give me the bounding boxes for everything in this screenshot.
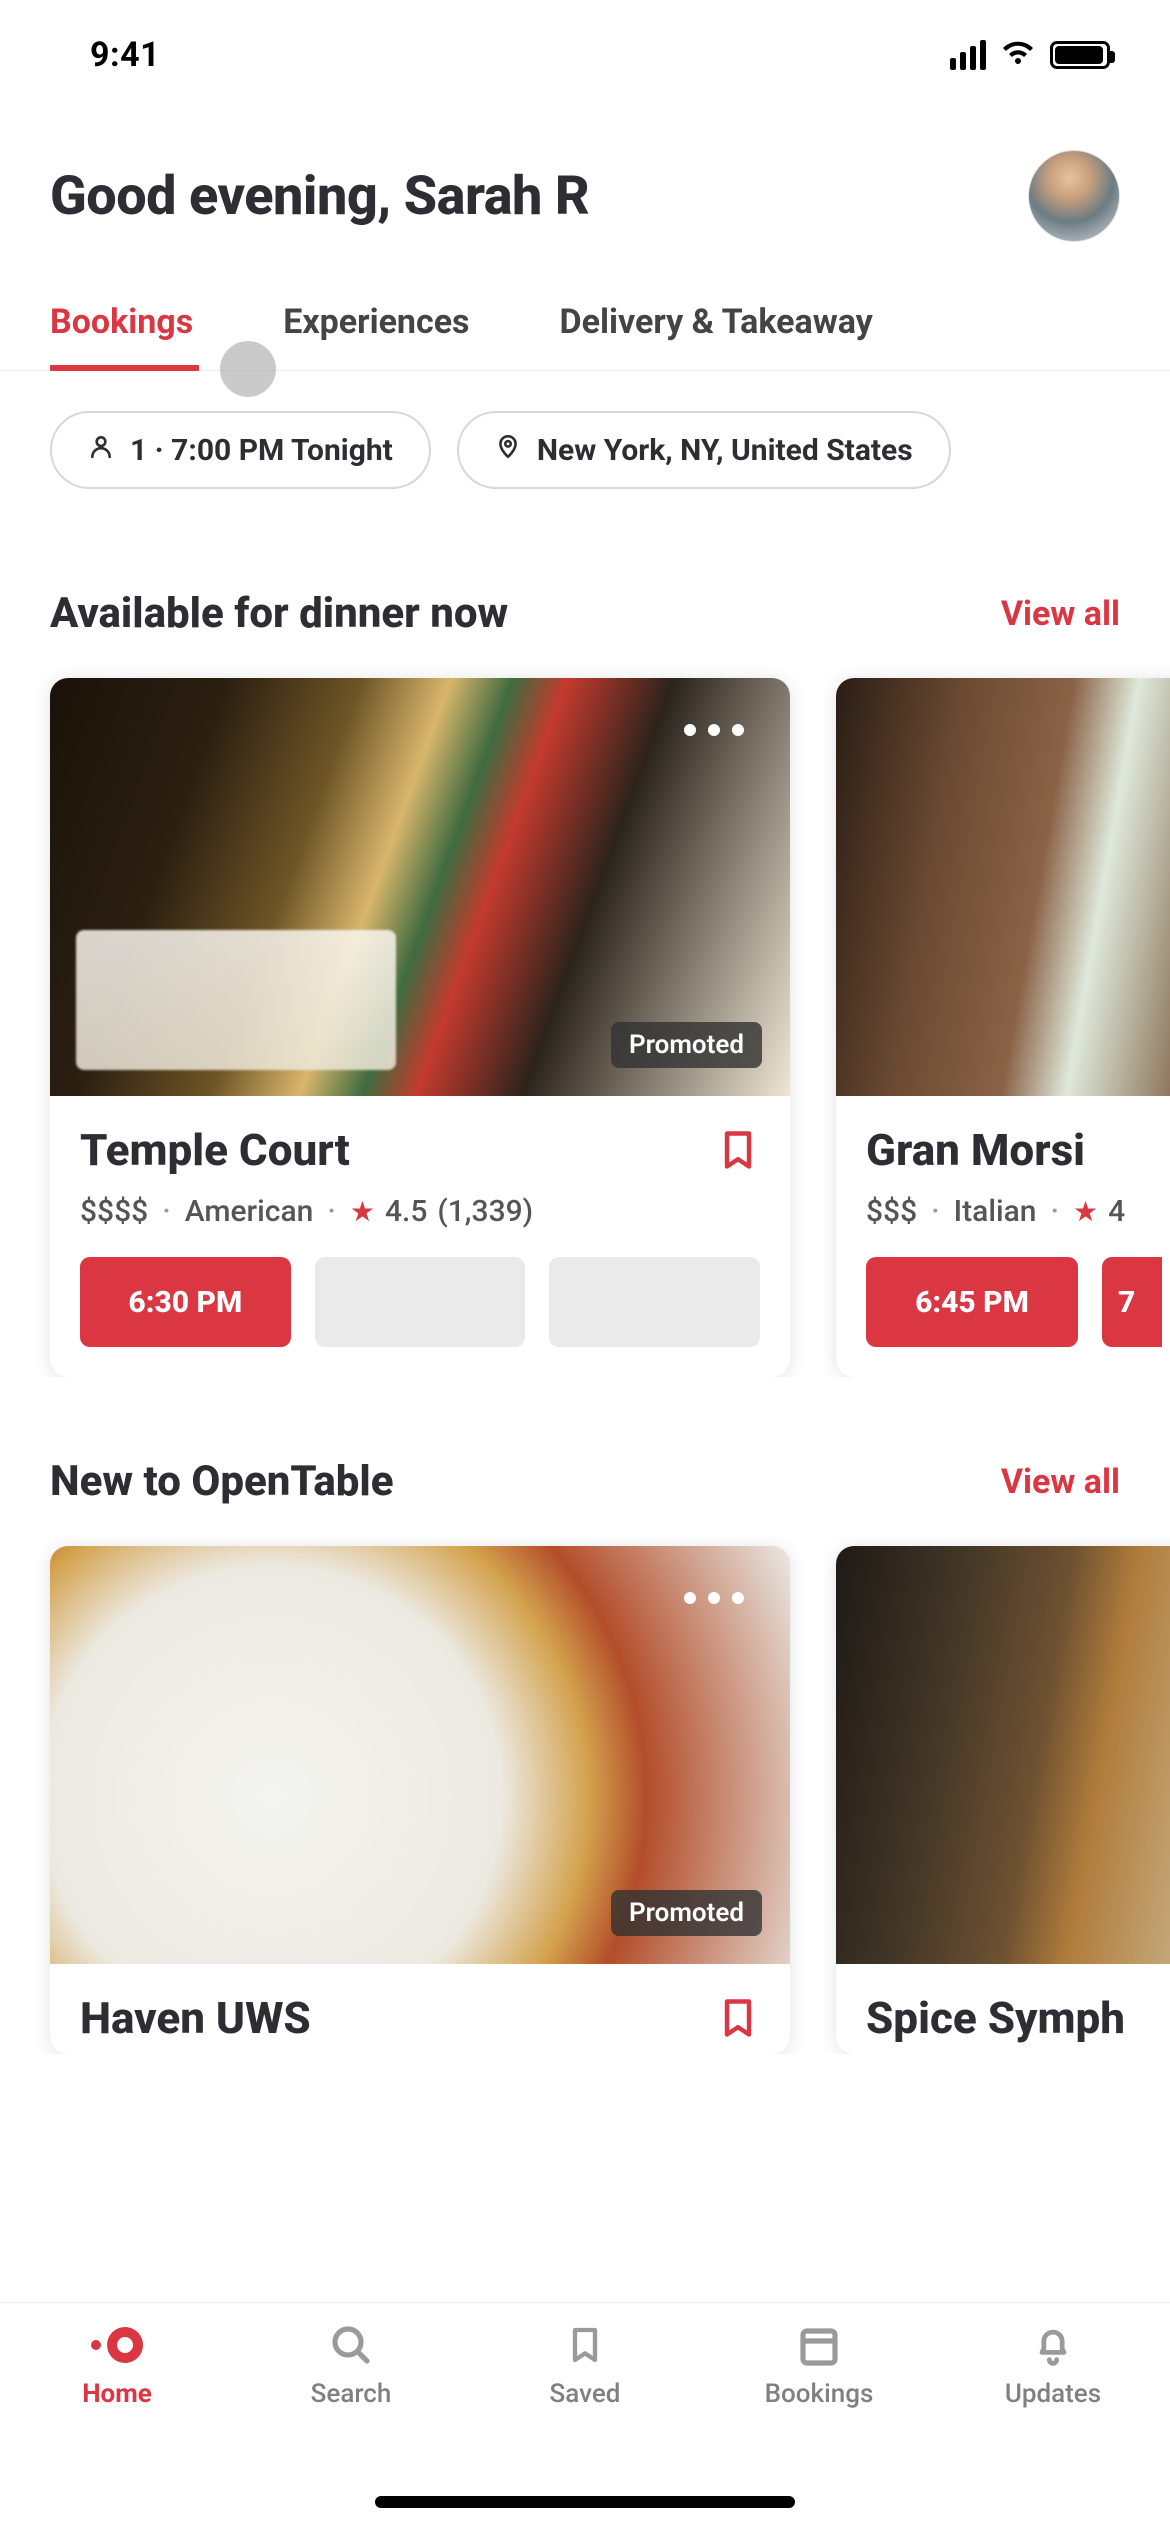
more-icon[interactable] xyxy=(684,1592,744,1604)
status-icons xyxy=(950,40,1110,70)
calendar-icon xyxy=(789,2321,849,2369)
section-title: Available for dinner now xyxy=(50,589,508,638)
bookmark-icon xyxy=(555,2321,615,2369)
pin-icon xyxy=(495,431,521,469)
price-label: $$$$ xyxy=(80,1194,148,1229)
time-slot-disabled xyxy=(549,1257,760,1347)
cuisine-label: American xyxy=(185,1194,314,1229)
restaurant-carousel[interactable]: Promoted Haven UWS Spice Symph xyxy=(0,1506,1170,2054)
touch-indicator xyxy=(220,341,276,397)
section-new-to-opentable: New to OpenTable View all Promoted Haven… xyxy=(0,1377,1170,2054)
restaurant-meta: $$$ · Italian · ★ 4 xyxy=(866,1176,1166,1229)
cuisine-label: Italian xyxy=(954,1194,1037,1229)
time-slot-button[interactable]: 6:45 PM xyxy=(866,1257,1078,1347)
time-slot-disabled xyxy=(315,1257,526,1347)
tabbar-search[interactable]: Search xyxy=(251,2321,451,2409)
restaurant-image xyxy=(836,1546,1170,1964)
greeting-text: Good evening, Sarah R xyxy=(50,165,589,228)
tabbar-label: Updates xyxy=(1005,2379,1101,2409)
tabbar-label: Home xyxy=(82,2379,152,2409)
restaurant-name: Gran Morsi xyxy=(866,1124,1085,1176)
status-time: 9:41 xyxy=(90,35,160,75)
wifi-icon xyxy=(1000,40,1036,70)
tabbar-label: Bookings xyxy=(765,2379,874,2409)
price-label: $$$ xyxy=(866,1194,917,1229)
tab-bookings[interactable]: Bookings xyxy=(50,302,193,370)
location-label: New York, NY, United States xyxy=(537,433,913,468)
tabbar-updates[interactable]: Updates xyxy=(953,2321,1153,2409)
restaurant-card[interactable]: Spice Symph xyxy=(836,1546,1170,2054)
status-bar: 9:41 xyxy=(0,0,1170,110)
star-icon: ★ xyxy=(1073,1195,1098,1228)
tabbar-home[interactable]: Home xyxy=(17,2321,217,2409)
battery-icon xyxy=(1050,41,1110,69)
more-icon[interactable] xyxy=(684,724,744,736)
restaurant-image: Promoted xyxy=(50,1546,790,1964)
restaurant-card[interactable]: Gran Morsi $$$ · Italian · ★ 4 6:45 PM 7 xyxy=(836,678,1170,1377)
time-slots: 6:30 PM xyxy=(80,1229,760,1347)
search-icon xyxy=(321,2321,381,2369)
rating-label: 4.5 xyxy=(385,1194,427,1229)
star-icon: ★ xyxy=(350,1195,375,1228)
promoted-badge: Promoted xyxy=(611,1890,762,1936)
restaurant-image xyxy=(836,678,1170,1096)
tabbar-saved[interactable]: Saved xyxy=(485,2321,685,2409)
header: Good evening, Sarah R xyxy=(0,110,1170,242)
reviews-label: (1,339) xyxy=(437,1194,533,1229)
bookmark-icon[interactable] xyxy=(716,1126,760,1174)
filter-row: 1 · 7:00 PM Tonight New York, NY, United… xyxy=(0,371,1170,489)
home-indicator xyxy=(375,2496,795,2508)
restaurant-name: Haven UWS xyxy=(80,1992,311,2044)
rating-label: 4 xyxy=(1108,1194,1125,1229)
view-all-link[interactable]: View all xyxy=(1001,594,1120,634)
avatar[interactable] xyxy=(1028,150,1120,242)
bell-icon xyxy=(1023,2321,1083,2369)
tab-delivery-takeaway[interactable]: Delivery & Takeaway xyxy=(560,302,873,370)
tab-experiences[interactable]: Experiences xyxy=(283,302,469,370)
view-all-link[interactable]: View all xyxy=(1001,1462,1120,1502)
bookmark-icon[interactable] xyxy=(716,1994,760,2042)
time-slot-button[interactable]: 6:30 PM xyxy=(80,1257,291,1347)
party-time-chip[interactable]: 1 · 7:00 PM Tonight xyxy=(50,411,431,489)
promoted-badge: Promoted xyxy=(611,1022,762,1068)
restaurant-card[interactable]: Promoted Temple Court $$$$ · American · … xyxy=(50,678,790,1377)
restaurant-meta: $$$$ · American · ★ 4.5 (1,339) xyxy=(80,1176,760,1229)
section-title: New to OpenTable xyxy=(50,1457,394,1506)
tabbar-label: Search xyxy=(311,2379,392,2409)
home-icon xyxy=(87,2321,147,2369)
location-chip[interactable]: New York, NY, United States xyxy=(457,411,951,489)
section-available-now: Available for dinner now View all Promot… xyxy=(0,489,1170,1377)
tabbar-bookings[interactable]: Bookings xyxy=(719,2321,919,2409)
cell-signal-icon xyxy=(950,40,986,70)
time-slot-button[interactable]: 7 xyxy=(1102,1257,1162,1347)
restaurant-carousel[interactable]: Promoted Temple Court $$$$ · American · … xyxy=(0,638,1170,1377)
restaurant-card[interactable]: Promoted Haven UWS xyxy=(50,1546,790,2054)
restaurant-name: Temple Court xyxy=(80,1124,350,1176)
tabbar-label: Saved xyxy=(550,2379,621,2409)
time-slots: 6:45 PM 7 xyxy=(866,1229,1166,1347)
restaurant-name: Spice Symph xyxy=(866,1992,1125,2044)
person-icon xyxy=(88,432,114,468)
party-time-label: 1 · 7:00 PM Tonight xyxy=(130,433,393,468)
top-tabs: Bookings Experiences Delivery & Takeaway xyxy=(0,242,1170,371)
restaurant-image: Promoted xyxy=(50,678,790,1096)
